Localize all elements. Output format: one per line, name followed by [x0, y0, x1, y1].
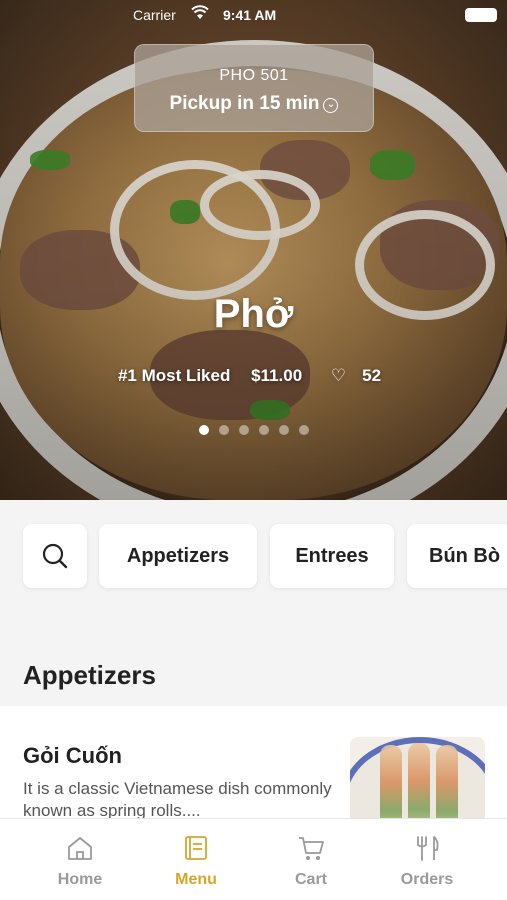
menu-book-icon [185, 836, 207, 860]
tab-orders[interactable]: Orders [364, 819, 490, 900]
tab-label: Menu [175, 871, 217, 888]
likes-count: 52 [362, 366, 382, 385]
tab-bar: Home Menu Cart Orders [0, 818, 507, 900]
pickup-text: Pickup in 15 min [169, 93, 320, 114]
item-name: Gỏi Cuốn [23, 743, 122, 768]
carrier-label: Carrier [133, 7, 176, 23]
featured-dish-hero[interactable]: Carrier 9:41 AM PHO 501 Pickup in 15 min… [0, 0, 507, 500]
battery-icon [465, 8, 497, 22]
category-entrees[interactable]: Entrees [270, 524, 394, 588]
tab-label: Home [57, 871, 103, 888]
carousel-dot[interactable] [238, 425, 249, 435]
cart-icon [299, 837, 324, 860]
carousel-dot[interactable] [218, 425, 229, 435]
status-bar: Carrier 9:41 AM [0, 0, 507, 30]
home-icon [68, 837, 92, 860]
category-bun-bo[interactable]: Bún Bò [407, 524, 507, 588]
rank-label: #1 Most Liked [117, 366, 231, 385]
section-title: Appetizers [23, 660, 156, 690]
carousel-indicator[interactable] [0, 422, 507, 440]
clock: 9:41 AM [223, 7, 277, 23]
tab-label: Orders [400, 871, 454, 888]
tab-menu[interactable]: Menu [133, 819, 259, 900]
restaurant-name: PHO 501 [219, 67, 289, 84]
pickup-selector[interactable]: PHO 501 Pickup in 15 min ⌄ [134, 44, 374, 132]
carousel-dot[interactable] [298, 425, 309, 435]
tab-home[interactable]: Home [17, 819, 143, 900]
fork-knife-icon [417, 836, 439, 861]
pickup-time-label: Pickup in 15 min ⌄ [135, 93, 373, 115]
likes: ♡ 52 [323, 366, 389, 385]
menu-item[interactable]: Gỏi Cuốn It is a classic Vietnamese dish… [0, 706, 507, 847]
featured-dish-title: Phở [213, 292, 294, 336]
carousel-dot[interactable] [258, 425, 269, 435]
carousel-dot[interactable] [198, 425, 209, 435]
item-description: It is a classic Vietnamese dish commonly… [23, 779, 332, 820]
category-appetizers[interactable]: Appetizers [99, 524, 257, 588]
chevron-down-circle-icon: ⌄ [323, 98, 339, 113]
price-label: $11.00 [251, 366, 303, 385]
heart-icon: ♡ [330, 366, 347, 385]
featured-dish-meta: #1 Most Liked $11.00 ♡ 52 [0, 366, 507, 386]
search-icon [42, 543, 68, 569]
search-button[interactable] [23, 524, 87, 588]
wifi-icon [191, 5, 209, 24]
tab-cart[interactable]: Cart [248, 819, 374, 900]
carousel-dot[interactable] [278, 425, 289, 435]
tab-label: Cart [294, 871, 327, 888]
